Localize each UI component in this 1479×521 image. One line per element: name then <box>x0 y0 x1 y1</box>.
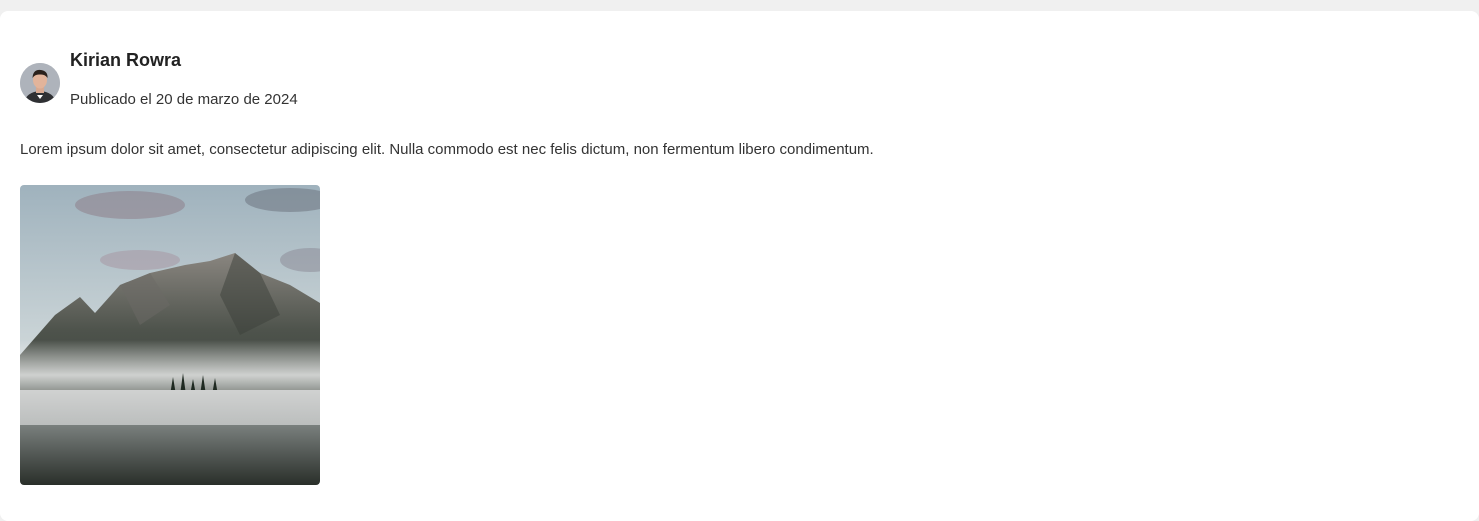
post-image[interactable] <box>20 185 320 485</box>
mountain-image <box>20 185 320 485</box>
author-name[interactable]: Kirian Rowra <box>70 50 181 71</box>
avatar[interactable] <box>20 63 60 103</box>
post-card: Kirian Rowra Publicado el 20 de marzo de… <box>0 11 1479 521</box>
post-date: Publicado el 20 de marzo de 2024 <box>70 91 298 108</box>
post-body: Lorem ipsum dolor sit amet, consectetur … <box>20 141 874 158</box>
user-avatar-icon <box>20 63 60 103</box>
